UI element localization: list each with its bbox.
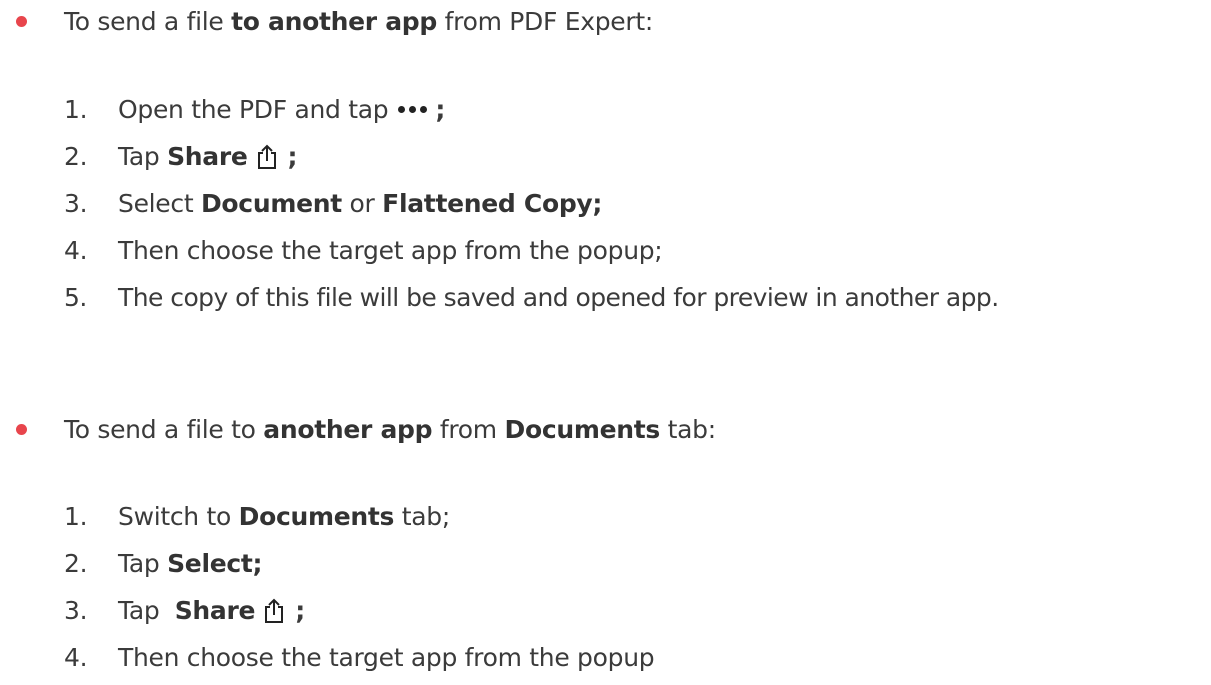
step-item: 1. Switch to Documents tab; bbox=[64, 493, 654, 540]
bullet-text: To send a file to another app from Docum… bbox=[64, 415, 716, 444]
step-text-post: ; bbox=[295, 596, 305, 625]
step-item: 3. Select Document or Flattened Copy; bbox=[64, 180, 999, 227]
step-text: Then choose the target app from the popu… bbox=[118, 643, 655, 672]
step-number: 5. bbox=[64, 283, 87, 312]
step-item: 2. Tap Share ; bbox=[64, 133, 999, 180]
bullet-text-bold: to another app bbox=[231, 6, 437, 36]
step-item: 4. Then choose the target app from the p… bbox=[64, 634, 655, 681]
bullet-text: To send a file to another app from PDF E… bbox=[64, 7, 653, 36]
step-text-mid: or bbox=[341, 189, 383, 218]
step-text: Tap bbox=[118, 549, 168, 578]
step-text: Select bbox=[118, 189, 201, 218]
bullet-text-pre: To send a file to bbox=[64, 414, 264, 444]
step-text: Tap bbox=[118, 142, 168, 171]
step-text-bold: Share bbox=[174, 596, 256, 625]
bullet-dot bbox=[16, 15, 27, 27]
bullet-text-bold: another app bbox=[263, 414, 433, 444]
step-text-bold: Select; bbox=[167, 549, 263, 578]
step-number: 3. bbox=[64, 596, 88, 625]
step-text-bold: Document bbox=[200, 189, 342, 218]
steps-list-pdf-expert: 1. Open the PDF and tap ; 2. Tap Share ;… bbox=[64, 86, 999, 321]
share-icon bbox=[265, 598, 284, 623]
bullet-text-pre: To send a file bbox=[64, 6, 232, 36]
share-icon bbox=[257, 144, 276, 169]
bullet-dot bbox=[16, 423, 27, 435]
bullet-text-post: from PDF Expert: bbox=[437, 6, 654, 36]
step-number: 2. bbox=[64, 142, 88, 171]
step-item: 5. The copy of this file will be saved a… bbox=[64, 274, 999, 321]
step-number: 1. bbox=[64, 95, 88, 124]
step-text: The copy of this file will be saved and … bbox=[118, 283, 999, 312]
more-dots-icon bbox=[398, 106, 428, 113]
step-text: Open the PDF and tap bbox=[118, 95, 389, 124]
bullet-text-post: tab: bbox=[659, 414, 717, 444]
step-item: 4. Then choose the target app from the p… bbox=[64, 227, 999, 274]
step-item: 1. Open the PDF and tap ; bbox=[64, 86, 999, 133]
step-item: 3. Tap Share ; bbox=[64, 587, 654, 634]
bullet-text-bold-2: Documents bbox=[504, 414, 661, 444]
step-text-post: ; bbox=[287, 142, 298, 171]
step-number: 3. bbox=[64, 189, 88, 218]
step-text: Then choose the target app from the popu… bbox=[118, 236, 663, 265]
step-item: 2. Tap Select; bbox=[64, 540, 654, 587]
step-text: Tap bbox=[118, 596, 175, 625]
step-number: 4. bbox=[64, 236, 88, 265]
step-text-post: tab; bbox=[394, 502, 451, 531]
step-text-post: ; bbox=[435, 95, 446, 124]
bullet-text-mid: from bbox=[432, 414, 505, 444]
step-number: 1. bbox=[64, 502, 88, 531]
step-number: 2. bbox=[64, 549, 88, 578]
step-number: 4. bbox=[64, 643, 88, 672]
steps-list-documents-tab: 1. Switch to Documents tab; 2. Tap Selec… bbox=[64, 493, 655, 681]
step-text-bold: Share bbox=[167, 142, 248, 171]
step-text: Switch to bbox=[118, 502, 239, 531]
step-text-bold-2: Flattened Copy; bbox=[382, 189, 603, 218]
step-text-bold: Documents bbox=[238, 502, 395, 531]
